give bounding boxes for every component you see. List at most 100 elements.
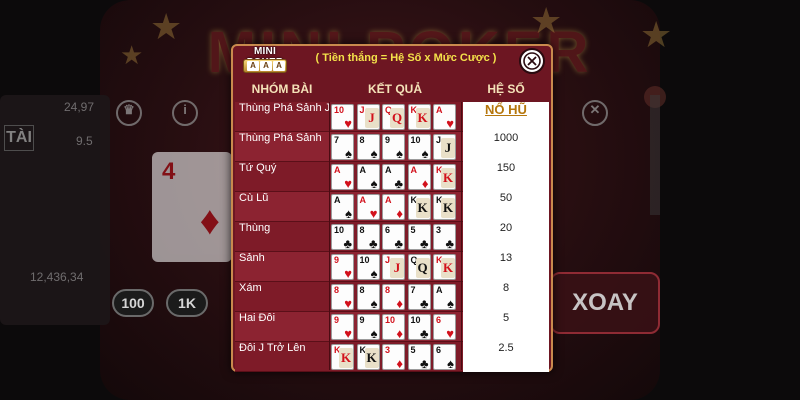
playing-card: A ♣ <box>382 164 405 190</box>
playing-card: A ♥ <box>356 194 380 220</box>
background-card: 4 ♦ <box>152 152 232 262</box>
playing-card: KK <box>407 194 431 220</box>
multiplier-value: 50 <box>499 192 513 204</box>
table-row: Thùng Phá Sảnh J 10 ♥ J J Q Q K K A ♥ NỔ HŨ <box>235 102 549 132</box>
playing-card: A ♠ <box>356 164 380 190</box>
card-face: K <box>339 348 353 368</box>
playing-card: 5 ♣ <box>407 224 431 250</box>
card-rank: 10 <box>385 315 396 325</box>
card-face: J <box>441 138 455 158</box>
dialog-header: MINI POKER A A A ( Tiền thắng = Hệ Số x … <box>233 46 551 76</box>
star-icon: ★ <box>150 6 183 47</box>
spade-icon: ♠ <box>345 206 352 220</box>
multiplier-cell: 5 <box>463 312 549 342</box>
card-rank: 10 <box>334 225 345 235</box>
card-face: K <box>441 258 455 278</box>
multiplier-value: 13 <box>499 252 513 264</box>
playing-card: 6 ♥ <box>433 314 456 340</box>
playing-card: 8 ♣ <box>356 224 380 250</box>
card-rank: 6 <box>436 345 442 355</box>
card-face: J <box>390 258 404 278</box>
playing-card: 8 ♠ <box>356 284 380 310</box>
card-rank: 9 <box>385 135 391 145</box>
multiplier-value: 8 <box>502 282 510 294</box>
playing-card: KK <box>407 104 431 130</box>
card-face: K <box>364 348 379 368</box>
heart-icon: ♥ <box>446 326 454 340</box>
hand-name: Cù Lũ <box>239 192 269 204</box>
lever <box>650 95 660 215</box>
playing-card: 7 ♣ <box>407 284 431 310</box>
spin-button[interactable]: XOAY <box>550 272 660 334</box>
card-rank: 9 <box>334 255 340 265</box>
table-row: Xám 8 ♥ 8 ♠ 8 ♦ 7 ♣ A ♠ 8 <box>235 282 549 312</box>
spade-icon: ♠ <box>370 146 378 160</box>
playing-card: 10 ♠ <box>356 254 380 280</box>
hand-name: Đôi J Trở Lên <box>239 342 306 354</box>
bet-chip-100[interactable]: 100 <box>112 289 154 317</box>
multiplier-value: 2.5 <box>498 342 514 354</box>
spade-icon: ♠ <box>370 326 378 340</box>
close-button[interactable] <box>519 48 545 74</box>
playing-card: KK <box>433 254 456 280</box>
example-hand: K K K K 3 ♦ 5 ♣ 6 ♠ <box>331 344 459 370</box>
card-rank: A <box>334 165 341 175</box>
example-hand: A ♠ A ♥ A ♦ K K K K <box>331 194 459 220</box>
payout-formula: ( Tiền thắng = Hệ Số x Mức Cược ) <box>315 52 497 64</box>
card-rank: 9 <box>334 315 340 325</box>
diamond-icon: ♦ <box>421 176 429 190</box>
heart-icon: ♥ <box>369 206 378 220</box>
spade-icon: ♠ <box>447 356 454 370</box>
multiplier-cell: 8 <box>463 282 549 312</box>
header-hand: NHÓM BÀI <box>251 82 313 96</box>
playing-card: KK <box>331 344 354 370</box>
playing-card: 9 ♠ <box>356 314 380 340</box>
column-divider <box>461 102 462 370</box>
multiplier-value: 20 <box>499 222 513 234</box>
playing-card: 7 ♠ <box>331 134 354 160</box>
card-rank: A <box>410 165 418 175</box>
star-icon: ★ <box>530 0 563 41</box>
star-icon: ★ <box>640 14 673 55</box>
card-face: Q <box>415 258 430 278</box>
card-rank: 7 <box>410 285 416 295</box>
heart-icon: ♥ <box>344 266 352 280</box>
playing-card: A ♠ <box>331 194 354 220</box>
playing-card: A ♥ <box>331 164 354 190</box>
multiplier-cell: 13 <box>463 252 549 282</box>
multiplier-value: 1000 <box>493 132 519 144</box>
multiplier-cell: NỔ HŨ <box>463 102 549 132</box>
heart-icon: ♥ <box>344 116 352 130</box>
table-row: Hai Đôi 9 ♥ 9 ♠ 10 ♦ 10 ♣ 6 ♥ 5 <box>235 312 549 342</box>
card-face: J <box>364 108 379 128</box>
card-rank: 10 <box>359 255 370 265</box>
diamond-icon: ♦ <box>396 206 403 220</box>
playing-card: KK <box>433 164 456 190</box>
playing-card: A ♠ <box>433 284 456 310</box>
background-number: 24,97 <box>64 100 95 114</box>
playing-card: A ♦ <box>407 164 431 190</box>
playing-card: 8 ♦ <box>382 284 405 310</box>
jackpot-label: NỔ HŨ <box>485 102 527 117</box>
spade-icon: ♠ <box>370 176 378 190</box>
paytable-dialog: MINI POKER A A A ( Tiền thắng = Hệ Số x … <box>231 44 553 372</box>
playing-card: 5 ♣ <box>407 344 431 370</box>
card-rank: A <box>334 195 341 205</box>
hand-name: Hai Đôi <box>239 312 276 324</box>
club-icon: ♣ <box>394 236 403 250</box>
card-rank: 7 <box>334 135 340 145</box>
header-multiplier: HỆ SỐ <box>487 82 525 96</box>
card-rank: 5 <box>410 345 416 355</box>
diamond-icon: ♦ <box>396 356 403 370</box>
bet-chip-1k[interactable]: 1K <box>166 289 208 317</box>
card-rank: A <box>385 165 392 175</box>
table-row: Thùng 10 ♣ 8 ♣ 6 ♣ 5 ♣ 3 ♣ 20 <box>235 222 549 252</box>
table-row: Cù Lũ A ♠ A ♥ A ♦ K K K K 50 <box>235 192 549 222</box>
background-number: 9.5 <box>76 134 93 148</box>
logo-letter: A <box>247 61 259 71</box>
playing-card: KK <box>356 344 380 370</box>
card-rank: 10 <box>410 135 421 145</box>
multiplier-cell: 150 <box>463 162 549 192</box>
background-number: 12,436,34 <box>30 270 84 284</box>
logo-badge: A A A <box>243 59 287 73</box>
